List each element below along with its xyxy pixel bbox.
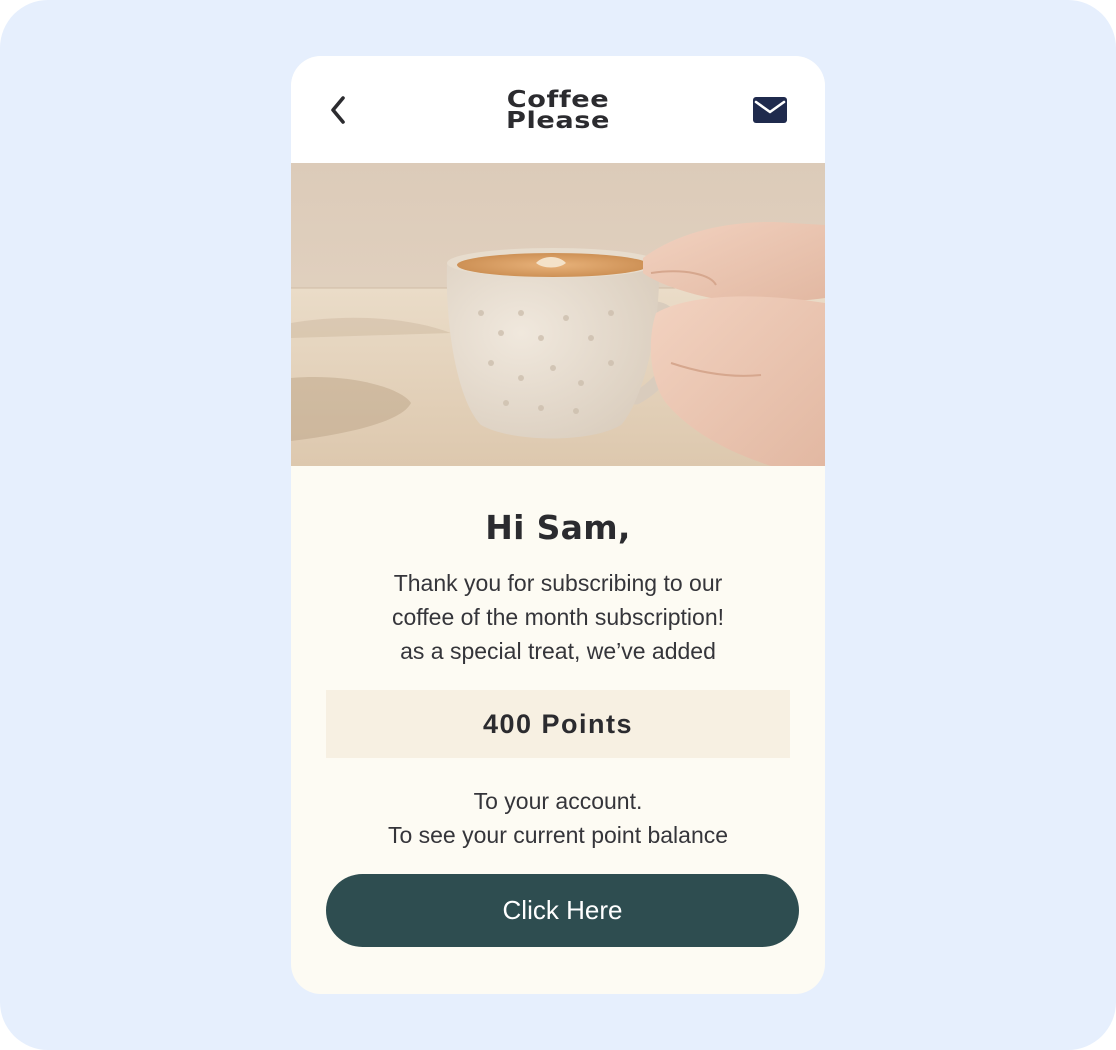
message-line: Thank you for subscribing to our (393, 570, 723, 596)
back-button[interactable] (325, 92, 355, 128)
latte-cup-photo (291, 163, 825, 466)
points-highlight: 400 Points (326, 690, 790, 758)
envelope-icon (753, 97, 787, 123)
points-value: 400 Points (482, 708, 634, 739)
message-line: coffee of the month subscription! (392, 604, 724, 630)
logo-line-2: Please (505, 108, 611, 134)
chevron-left-icon (331, 96, 345, 124)
greeting-heading: Hi Sam, (485, 508, 631, 547)
email-card: Coffee Please Hi Sam, Thank you for subs… (291, 56, 825, 994)
footer-message: To your account. To see your current poi… (311, 784, 805, 852)
hero-image (291, 163, 825, 466)
click-here-button[interactable]: Click Here (326, 874, 799, 947)
brand-logo: Coffee Please (440, 89, 676, 134)
message-line: as a special treat, we’ve added (400, 638, 716, 664)
footer-line: To your account. (473, 788, 643, 814)
footer-line: To see your current point balance (387, 822, 729, 848)
email-header: Coffee Please (291, 56, 825, 163)
mail-button[interactable] (751, 94, 789, 126)
message-body: Thank you for subscribing to our coffee … (331, 566, 785, 668)
